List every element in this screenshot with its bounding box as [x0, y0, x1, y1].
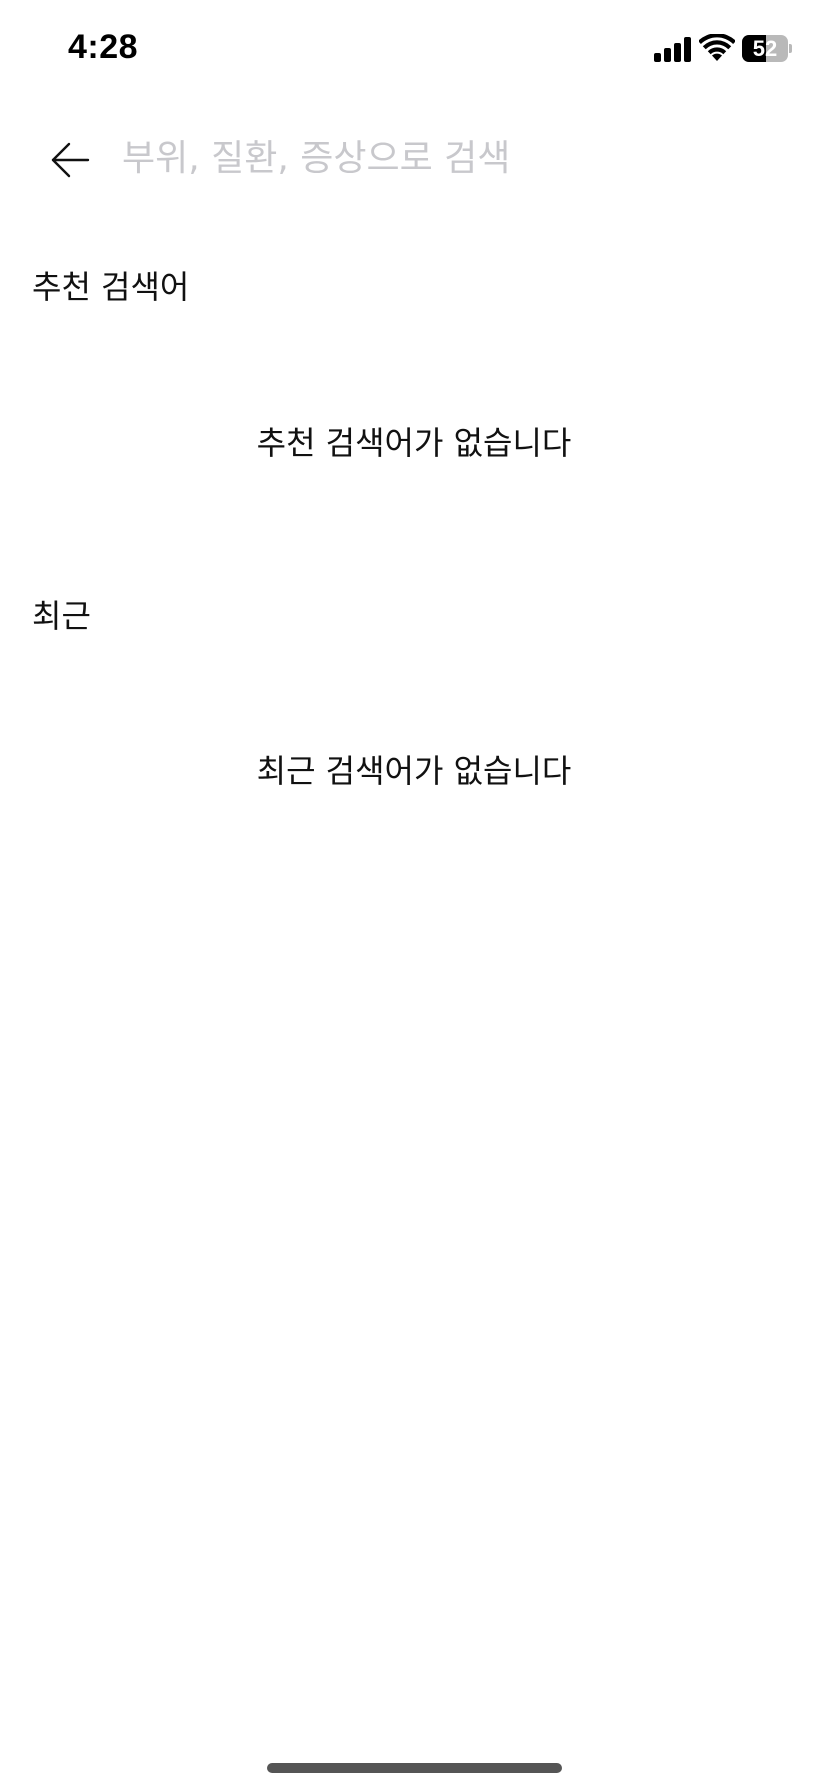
search-input[interactable]: [122, 126, 782, 190]
cellular-signal-icon: [654, 36, 692, 62]
battery-level: 52: [752, 36, 778, 61]
wifi-icon: [698, 33, 736, 62]
recent-section-title: 최근: [32, 597, 91, 635]
back-button[interactable]: [40, 130, 100, 190]
arrow-left-icon: [51, 142, 90, 178]
home-indicator[interactable]: [267, 1763, 562, 1773]
status-bar: 4:28 52: [0, 0, 828, 100]
battery-icon: 52: [742, 35, 792, 62]
status-time: 4:28: [68, 28, 139, 66]
recent-empty-message: 최근 검색어가 없습니다: [256, 752, 572, 790]
search-header: [0, 112, 828, 204]
recommended-section-title: 추천 검색어: [32, 268, 190, 306]
recommended-empty-message: 추천 검색어가 없습니다: [256, 424, 572, 462]
